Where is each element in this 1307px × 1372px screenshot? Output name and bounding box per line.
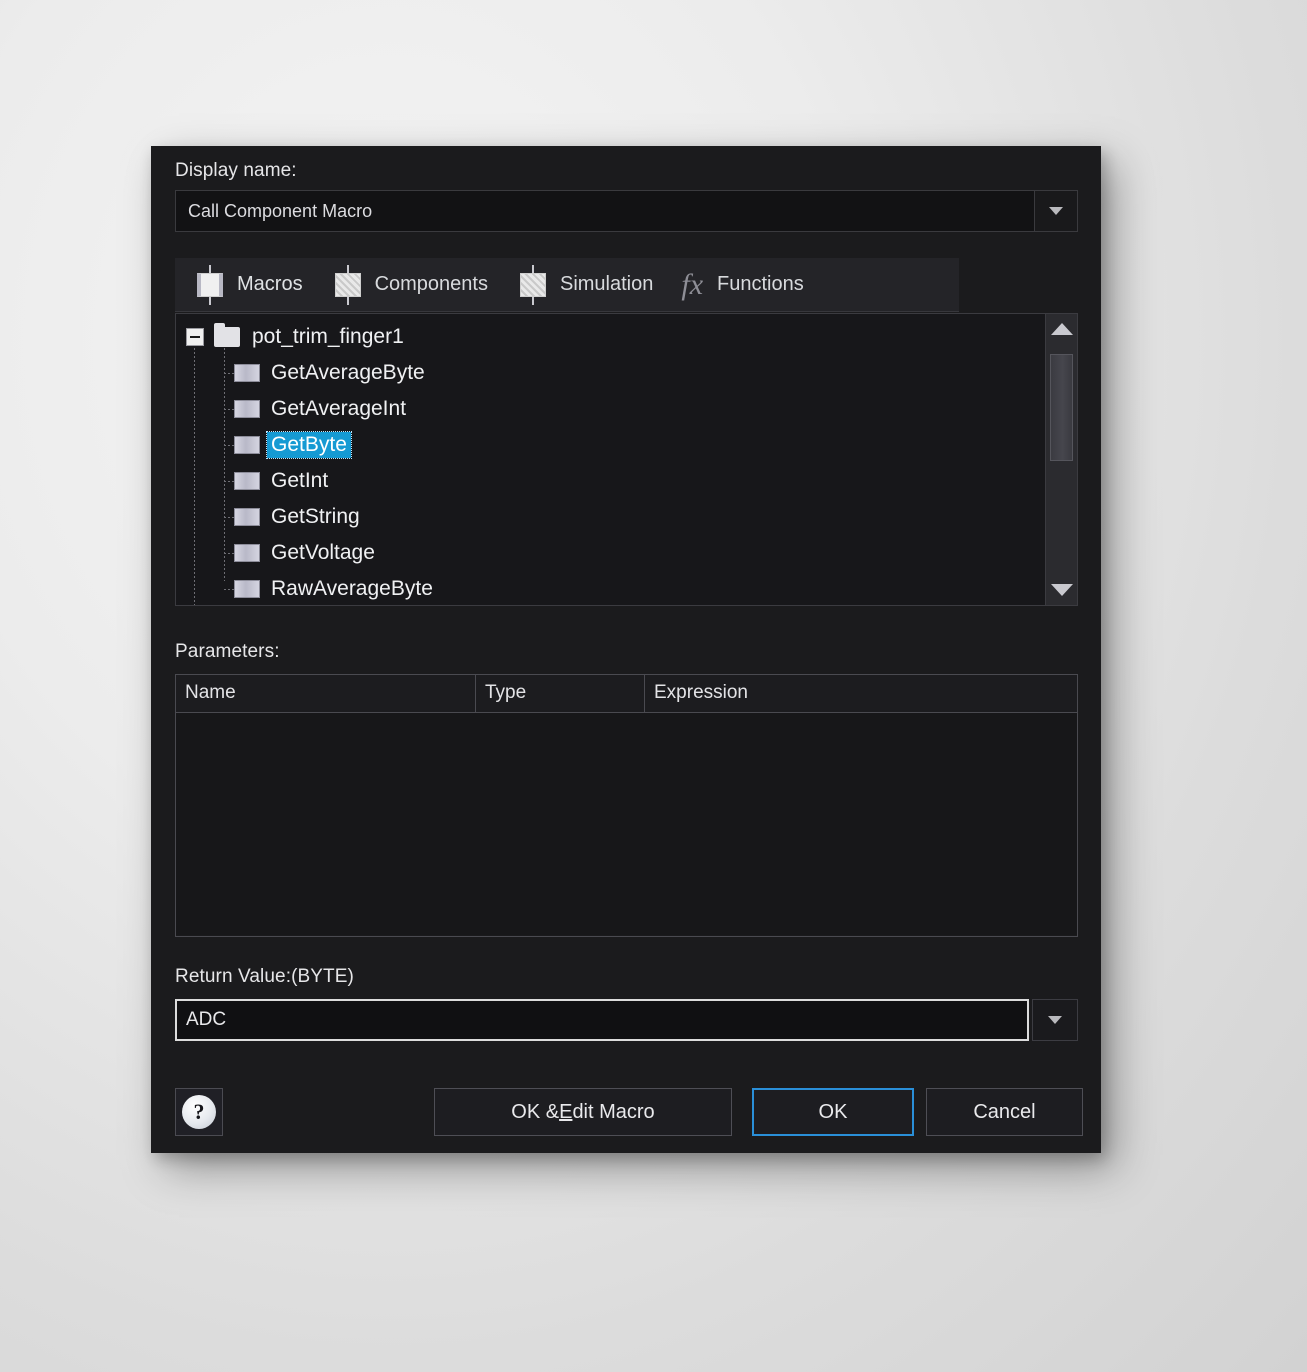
component-block-hatched-icon (331, 264, 365, 305)
macro-block-icon (234, 472, 260, 490)
tree-item-label: GetAverageInt (271, 397, 407, 420)
help-button[interactable]: ? (175, 1088, 223, 1136)
tree-item[interactable]: GetVoltage (176, 535, 1045, 571)
cancel-button-label: Cancel (973, 1100, 1036, 1123)
chevron-down-icon (1049, 207, 1063, 215)
tree-item[interactable]: GetString (176, 499, 1045, 535)
return-value-label: Return Value:(BYTE) (175, 966, 354, 987)
macro-block-icon (234, 400, 260, 418)
parameters-table-header: Name Type Expression (176, 675, 1077, 713)
scroll-down-arrow-icon (1050, 584, 1073, 596)
folder-icon (214, 323, 240, 347)
tree-item-label: GetString (271, 505, 360, 528)
tree-item-label: GetAverageByte (271, 361, 425, 384)
minus-expander-icon[interactable] (186, 328, 204, 346)
tree-item[interactable]: GetAverageByte (176, 355, 1045, 391)
tree-item[interactable]: GetAverageInt (176, 391, 1045, 427)
macro-block-icon (234, 508, 260, 526)
tree-node-root[interactable]: pot_trim_finger1 (176, 319, 1045, 355)
column-header-type[interactable]: Type (476, 675, 645, 712)
display-name-dropdown-button[interactable] (1034, 190, 1078, 232)
tab-functions[interactable]: fx Functions (681, 267, 804, 301)
scrollbar-thumb[interactable] (1050, 354, 1073, 461)
scroll-down-button[interactable] (1046, 575, 1077, 605)
tree-guide-line (224, 445, 236, 446)
scroll-up-arrow-icon (1050, 323, 1073, 335)
macro-tree[interactable]: pot_trim_finger1 GetAverageByte GetAvera… (176, 314, 1045, 605)
ok-edit-macro-label-pre: OK & (511, 1100, 560, 1123)
tab-simulation[interactable]: Simulation (516, 264, 654, 305)
display-name-combobox[interactable] (175, 190, 1078, 232)
parameters-label: Parameters: (175, 641, 280, 662)
tree-item-selected[interactable]: GetByte (176, 427, 1045, 463)
tree-guide-line (224, 589, 236, 590)
source-tab-strip: Macros Components Simulation fx Function… (175, 258, 959, 312)
cancel-button[interactable]: Cancel (926, 1088, 1083, 1136)
tab-simulation-label: Simulation (559, 273, 654, 295)
tab-components[interactable]: Components (331, 264, 488, 305)
tree-item[interactable]: GetInt (176, 463, 1045, 499)
column-header-name[interactable]: Name (176, 675, 476, 712)
ok-edit-macro-accel: E (559, 1100, 573, 1123)
tab-functions-label: Functions (717, 273, 804, 295)
component-block-hatched-icon (516, 264, 550, 305)
ok-button-label: OK (818, 1100, 848, 1123)
component-block-icon (193, 264, 227, 305)
macro-block-icon (234, 436, 260, 454)
tab-components-label: Components (374, 273, 488, 295)
tree-item[interactable]: RawAverageByte (176, 571, 1045, 605)
display-name-label: Display name: (175, 160, 297, 181)
help-question-icon: ? (182, 1095, 216, 1129)
display-name-input[interactable] (175, 190, 1034, 232)
tab-macros-label: Macros (237, 273, 303, 295)
tree-item-label: GetInt (271, 469, 329, 492)
macro-block-icon (234, 544, 260, 562)
chevron-down-icon (1048, 1016, 1062, 1024)
return-value-combobox[interactable] (175, 999, 1078, 1041)
fx-icon: fx (681, 267, 704, 301)
column-header-expression[interactable]: Expression (645, 675, 1077, 712)
ok-edit-macro-label-post: dit Macro (572, 1100, 655, 1123)
macro-block-icon (234, 580, 260, 598)
tab-macros[interactable]: Macros (193, 264, 303, 305)
return-value-dropdown-button[interactable] (1032, 999, 1078, 1041)
call-component-macro-dialog: Display name: Macros Components Simulati… (151, 146, 1101, 1153)
tree-guide-line (224, 517, 236, 518)
macro-block-icon (234, 364, 260, 382)
ok-button[interactable]: OK (752, 1088, 914, 1136)
parameters-table[interactable]: Name Type Expression (175, 674, 1078, 937)
tree-item-label: GetByte (266, 431, 352, 459)
tree-guide-line (224, 481, 236, 482)
ok-and-edit-macro-button[interactable]: OK & Edit Macro (434, 1088, 732, 1136)
tree-guide-line (224, 553, 236, 554)
tree-scrollbar[interactable] (1045, 314, 1077, 605)
return-value-input[interactable] (175, 999, 1029, 1041)
tree-node-root-label: pot_trim_finger1 (252, 325, 404, 348)
tree-item-label: RawAverageByte (271, 577, 433, 600)
macro-tree-panel: pot_trim_finger1 GetAverageByte GetAvera… (175, 313, 1078, 606)
parameters-table-body[interactable] (176, 713, 1077, 935)
scroll-up-button[interactable] (1046, 314, 1077, 344)
tree-guide-line (224, 373, 236, 374)
tree-item-label: GetVoltage (271, 541, 375, 564)
tree-guide-line (224, 409, 236, 410)
